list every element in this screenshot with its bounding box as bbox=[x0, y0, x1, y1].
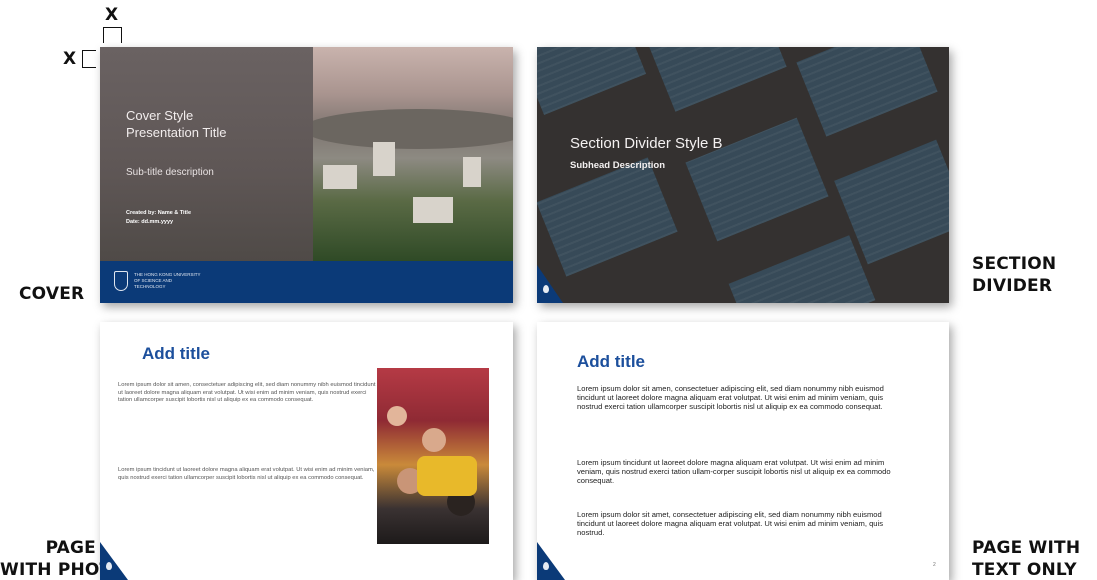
photo-hill bbox=[303, 109, 513, 149]
students-photo bbox=[377, 368, 489, 544]
brand-flame-icon bbox=[543, 285, 549, 293]
photo-building bbox=[323, 165, 357, 189]
cover-credits: Created by: Name & Title Date: dd.mm.yyy… bbox=[126, 209, 191, 227]
photo-building bbox=[413, 197, 453, 223]
section-divider-label: SECTION DIVIDER bbox=[972, 253, 1056, 297]
photo-page-title: Add title bbox=[142, 344, 210, 363]
cover-text-panel bbox=[100, 47, 313, 261]
photo-yellow-shirt bbox=[417, 456, 477, 496]
brand-flame-icon bbox=[543, 562, 549, 570]
university-crest-icon bbox=[114, 271, 128, 291]
photo-building bbox=[463, 157, 481, 187]
page-with-photo-slide: Add title Lorem ipsum dolor sit amen, co… bbox=[100, 322, 513, 580]
photo-figure bbox=[422, 428, 446, 452]
brand-corner-triangle bbox=[537, 265, 563, 303]
cover-title: Cover Style Presentation Title bbox=[126, 108, 227, 140]
photo-page-paragraph: Lorem ipsum dolor sit amen, consectetuer… bbox=[118, 382, 376, 404]
cover-date: Date: dd.mm.yyyy bbox=[126, 219, 174, 225]
top-margin-bracket bbox=[103, 27, 122, 43]
page-number: 2 bbox=[933, 562, 936, 568]
page-with-text-label: PAGE WITH TEXT ONLY bbox=[972, 537, 1080, 580]
text-page-paragraph: Lorem ipsum dolor sit amet, consectetuer… bbox=[577, 510, 884, 538]
section-divider-slide: Section Divider Style B Subhead Descript… bbox=[537, 47, 949, 303]
page-with-photo-label-line1: PAGE bbox=[45, 538, 96, 558]
top-margin-mark: X bbox=[105, 5, 119, 25]
photo-figure bbox=[387, 406, 407, 426]
divider-overlay bbox=[537, 47, 949, 303]
photo-building bbox=[373, 142, 395, 176]
brand-corner-triangle bbox=[100, 542, 128, 580]
page-with-text-label-line2: TEXT ONLY bbox=[972, 560, 1077, 580]
photo-page-paragraph: Lorem ipsum tincidunt ut laoreet dolore … bbox=[118, 467, 375, 481]
cover-footer-band: THE HONG KONG UNIVERSITY OF SCIENCE AND … bbox=[100, 261, 513, 303]
brand-corner-triangle bbox=[537, 542, 565, 580]
page-with-photo-label-line2: WITH PHOTO bbox=[0, 560, 127, 580]
page-with-text-slide: Add title Lorem ipsum dolor sit amen, co… bbox=[537, 322, 949, 580]
divider-title: Section Divider Style B bbox=[570, 135, 723, 152]
university-name: THE HONG KONG UNIVERSITY OF SCIENCE AND … bbox=[134, 272, 201, 289]
section-divider-label-line1: SECTION bbox=[972, 254, 1057, 274]
page-with-photo-label: PAGE WITH PHOTO bbox=[0, 537, 127, 580]
text-page-paragraph: Lorem ipsum dolor sit amen, consectetuer… bbox=[577, 384, 884, 412]
cover-created-by: Created by: Name & Title bbox=[126, 210, 192, 216]
section-divider-label-line2: DIVIDER bbox=[972, 276, 1053, 296]
text-page-title: Add title bbox=[577, 352, 645, 371]
brand-flame-icon bbox=[106, 562, 112, 570]
cover-slide: Cover Style Presentation Title Sub-title… bbox=[100, 47, 513, 303]
divider-subtitle: Subhead Description bbox=[570, 160, 666, 171]
page-with-text-label-line1: PAGE WITH bbox=[972, 538, 1081, 558]
left-margin-bracket bbox=[82, 50, 96, 68]
left-margin-mark: X bbox=[63, 49, 77, 69]
cover-label: COVER bbox=[19, 284, 85, 304]
text-page-paragraph: Lorem ipsum tincidunt ut laoreet dolore … bbox=[577, 458, 891, 486]
cover-subtitle: Sub-title description bbox=[126, 167, 214, 178]
campus-photo bbox=[303, 47, 513, 261]
